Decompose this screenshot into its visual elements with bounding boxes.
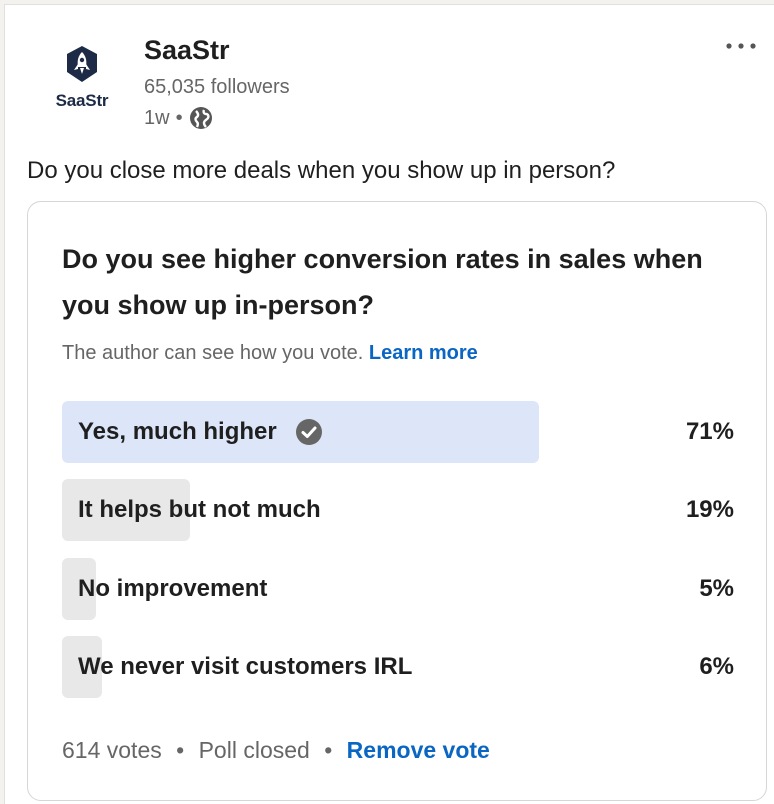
poll-option[interactable]: No improvement 5% bbox=[62, 558, 734, 620]
check-circle-icon bbox=[295, 418, 323, 446]
poll-option-percent: 19% bbox=[685, 496, 734, 523]
poll-option-label: Yes, much higher bbox=[78, 418, 277, 445]
author-name[interactable]: SaaStr bbox=[144, 35, 230, 66]
poll-option-percent: 5% bbox=[699, 575, 734, 602]
poll-option[interactable]: It helps but not much 19% bbox=[62, 479, 734, 541]
post-time: 1w bbox=[144, 106, 170, 129]
poll-note-text: The author can see how you vote. bbox=[62, 342, 364, 364]
company-logo[interactable]: SaaStr bbox=[41, 45, 123, 123]
remove-vote-link[interactable]: Remove vote bbox=[347, 737, 490, 763]
poll-card: Do you see higher conversion rates in sa… bbox=[27, 201, 767, 801]
poll-option-percent: 71% bbox=[685, 418, 734, 445]
post-text: Do you close more deals when you show up… bbox=[27, 157, 616, 184]
follower-count: 65,035 followers bbox=[144, 76, 290, 98]
poll-option-label-wrap: Yes, much higher bbox=[78, 401, 323, 463]
poll-option-percent: 6% bbox=[699, 653, 734, 680]
learn-more-link[interactable]: Learn more bbox=[369, 342, 478, 364]
poll-footer: 614 votes • Poll closed • Remove vote bbox=[62, 737, 490, 764]
poll-option-label: We never visit customers IRL bbox=[78, 653, 413, 680]
poll-option-label: It helps but not much bbox=[78, 496, 321, 523]
post-meta: 1w • bbox=[144, 106, 213, 130]
poll-option[interactable]: We never visit customers IRL 6% bbox=[62, 636, 734, 698]
more-options-icon[interactable] bbox=[721, 31, 761, 61]
poll-question: Do you see higher conversion rates in sa… bbox=[62, 244, 703, 320]
rocket-shield-icon bbox=[65, 45, 99, 83]
footer-separator: • bbox=[176, 737, 185, 763]
meta-separator: • bbox=[175, 106, 183, 129]
globe-icon bbox=[189, 106, 213, 130]
feed-post: SaaStr SaaStr 65,035 followers 1w • Do y… bbox=[4, 4, 774, 804]
poll-option[interactable]: Yes, much higher 71% bbox=[62, 401, 734, 463]
poll-status: Poll closed bbox=[198, 737, 310, 763]
logo-text: SaaStr bbox=[55, 91, 109, 110]
poll-option-label: No improvement bbox=[78, 575, 268, 602]
poll-note: The author can see how you vote. Learn m… bbox=[62, 342, 478, 365]
vote-count: 614 votes bbox=[62, 737, 162, 763]
footer-separator: • bbox=[324, 737, 333, 763]
